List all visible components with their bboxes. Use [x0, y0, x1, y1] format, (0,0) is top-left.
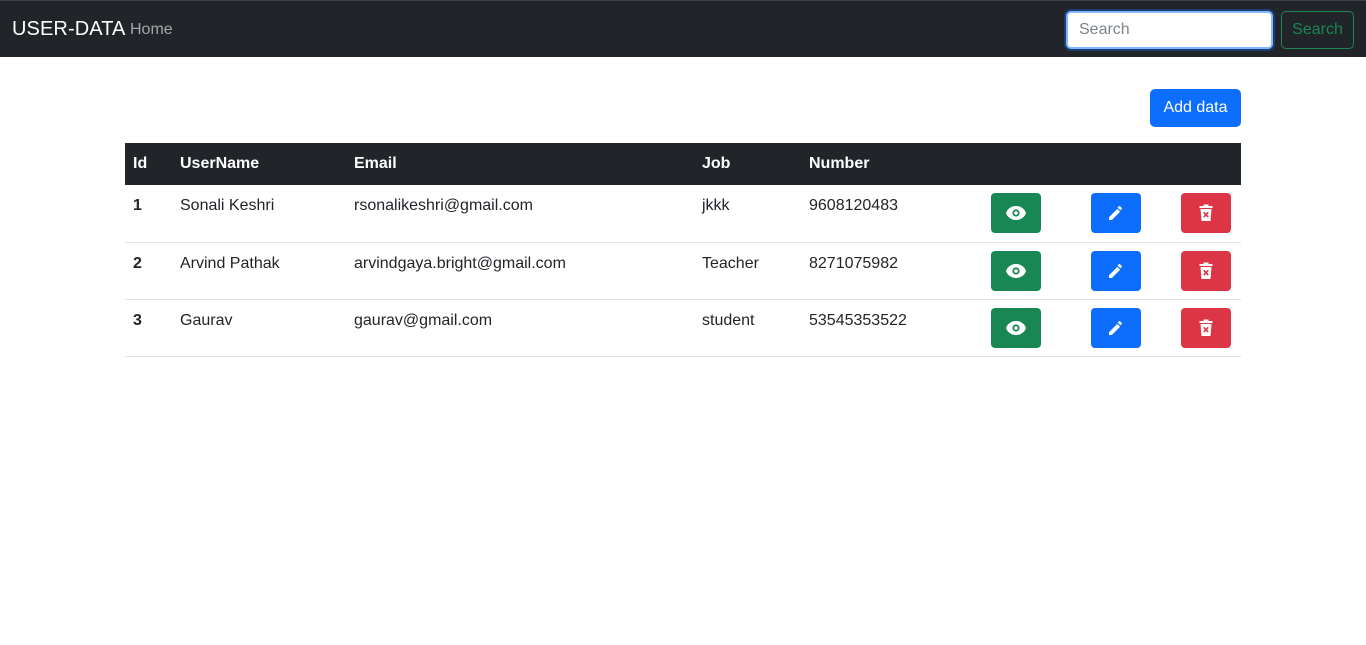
- cell-view: [971, 185, 1061, 243]
- trash-icon: [1199, 204, 1213, 221]
- trash-icon: [1199, 262, 1213, 279]
- header-view: [971, 143, 1061, 185]
- cell-job: jkkk: [694, 185, 801, 243]
- trash-icon: [1199, 319, 1213, 336]
- user-table-container: Id UserName Email Job Number 1 Sonali Ke…: [125, 143, 1241, 357]
- cell-delete: [1171, 242, 1241, 300]
- cell-job: Teacher: [694, 242, 801, 300]
- edit-button[interactable]: [1091, 250, 1141, 291]
- cell-username: Gaurav: [172, 299, 346, 357]
- eye-icon: [1006, 263, 1026, 278]
- pencil-icon: [1109, 320, 1123, 335]
- header-edit: [1061, 143, 1171, 185]
- user-table: Id UserName Email Job Number 1 Sonali Ke…: [125, 143, 1241, 357]
- eye-icon: [1006, 320, 1026, 335]
- table-row: 1 Sonali Keshri rsonalikeshri@gmail.com …: [125, 185, 1241, 243]
- cell-id: 2: [125, 242, 172, 300]
- pencil-icon: [1109, 263, 1123, 278]
- nav-link-home[interactable]: Home: [130, 21, 173, 39]
- navbar: USER-DATA Home Search: [0, 0, 1366, 57]
- edit-button[interactable]: [1091, 193, 1141, 233]
- cell-username: Sonali Keshri: [172, 185, 346, 243]
- cell-job: student: [694, 299, 801, 357]
- cell-number: 9608120483: [801, 185, 971, 243]
- cell-view: [971, 242, 1061, 300]
- cell-id: 3: [125, 299, 172, 357]
- pencil-icon: [1109, 205, 1123, 220]
- add-data-button[interactable]: Add data: [1150, 89, 1241, 127]
- header-id: Id: [133, 155, 148, 172]
- header-username: UserName: [180, 155, 260, 172]
- search-button[interactable]: Search: [1281, 11, 1354, 49]
- view-button[interactable]: [991, 307, 1041, 348]
- header-email: Email: [354, 155, 397, 172]
- cell-delete: [1171, 299, 1241, 357]
- view-button[interactable]: [991, 193, 1041, 233]
- edit-button[interactable]: [1091, 307, 1141, 348]
- cell-email: rsonalikeshri@gmail.com: [346, 185, 694, 243]
- cell-number: 8271075982: [801, 242, 971, 300]
- cell-username: Arvind Pathak: [172, 242, 346, 300]
- cell-id: 1: [125, 185, 172, 243]
- cell-edit: [1061, 242, 1171, 300]
- cell-delete: [1171, 185, 1241, 243]
- table-row: 2 Arvind Pathak arvindgaya.bright@gmail.…: [125, 242, 1241, 300]
- cell-email: gaurav@gmail.com: [346, 299, 694, 357]
- cell-view: [971, 299, 1061, 357]
- header-job: Job: [702, 155, 731, 172]
- eye-icon: [1006, 206, 1026, 220]
- view-button[interactable]: [991, 250, 1041, 291]
- table-row: 3 Gaurav gaurav@gmail.com student 535453…: [125, 299, 1241, 357]
- cell-number: 53545353522: [801, 299, 971, 357]
- delete-button[interactable]: [1181, 250, 1231, 291]
- delete-button[interactable]: [1181, 193, 1231, 233]
- header-delete: [1171, 143, 1241, 185]
- cell-edit: [1061, 299, 1171, 357]
- cell-email: arvindgaya.bright@gmail.com: [346, 242, 694, 300]
- search-input[interactable]: [1066, 11, 1273, 49]
- brand-logo[interactable]: USER-DATA: [12, 18, 126, 41]
- table-header-row: Id UserName Email Job Number: [125, 143, 1241, 185]
- delete-button[interactable]: [1181, 307, 1231, 348]
- header-number: Number: [809, 155, 870, 172]
- cell-edit: [1061, 185, 1171, 243]
